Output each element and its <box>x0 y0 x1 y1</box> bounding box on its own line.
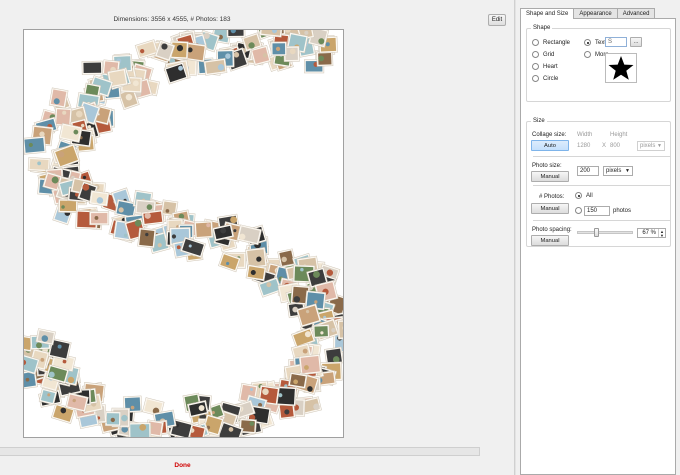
collage-canvas[interactable] <box>23 29 344 438</box>
radio-circle-label: Circle <box>543 75 559 82</box>
photo-size-manual-button[interactable]: Manual <box>531 171 569 182</box>
radio-heart-circle-icon <box>532 63 539 70</box>
radio-rectangle-label: Rectangle <box>543 39 571 46</box>
width-label: Width <box>577 132 593 138</box>
spin-down-icon[interactable]: ▼ <box>658 233 665 238</box>
photos-count-label: # Photos: <box>539 194 565 200</box>
shape-group-title: Shape <box>531 25 553 31</box>
photo-size-input[interactable]: 200 <box>577 166 599 176</box>
tab-content: Shape Rectangle Grid Heart Circle Text S… <box>520 18 676 475</box>
collage-preview <box>24 30 343 437</box>
radio-heart[interactable]: Heart <box>532 63 558 70</box>
radio-grid[interactable]: Grid <box>532 51 554 58</box>
radio-rectangle[interactable]: Rectangle <box>532 39 570 46</box>
tab-appearance[interactable]: Appearance <box>573 8 618 18</box>
radio-text[interactable]: Text <box>584 39 606 46</box>
collage-unit-value: pixels <box>640 143 656 149</box>
photo-spacing-slider[interactable] <box>577 231 633 234</box>
radio-grid-circle-icon <box>532 51 539 58</box>
photo-spacing-spinbox[interactable]: 67 % ▲ ▼ <box>637 228 666 238</box>
radio-all-photos[interactable]: All <box>575 192 593 199</box>
star-icon <box>608 56 634 80</box>
size-separator-2 <box>533 185 671 186</box>
photos-suffix-label: photos <box>613 208 632 214</box>
radio-all-label: All <box>586 192 593 199</box>
edit-button[interactable]: Edit <box>488 14 506 26</box>
width-value[interactable]: 1280 <box>577 143 590 149</box>
photos-manual-button[interactable]: Manual <box>531 203 569 214</box>
radio-grid-label: Grid <box>543 51 555 58</box>
radio-circle[interactable]: Circle <box>532 75 558 82</box>
photo-size-label: Photo size: <box>532 163 562 169</box>
photo-spacing-slider-thumb[interactable] <box>594 228 600 237</box>
photo-spacing-manual-button[interactable]: Manual <box>531 235 569 246</box>
radio-all-circle-icon <box>575 192 582 199</box>
tab-shape-and-size[interactable]: Shape and Size <box>520 8 575 19</box>
height-value[interactable]: 800 <box>610 143 620 149</box>
x-separator: X <box>602 143 607 149</box>
chevron-down-icon: ▼ <box>657 143 662 149</box>
radio-text-circle-icon <box>584 39 591 46</box>
photo-spacing-label: Photo spacing: <box>532 227 572 233</box>
shape-group: Shape Rectangle Grid Heart Circle Text S… <box>526 25 671 102</box>
shape-text-input[interactable]: S <box>605 37 627 47</box>
size-group-title: Size <box>531 118 547 124</box>
photo-spacing-value: 67 % <box>642 230 656 236</box>
radio-circle-circle-icon <box>532 75 539 82</box>
height-label: Height <box>610 132 628 138</box>
size-separator-3 <box>533 220 671 221</box>
collage-size-auto-button[interactable]: Auto <box>531 140 569 151</box>
panel-splitter[interactable] <box>514 0 516 475</box>
radio-more-circle-icon <box>584 51 591 58</box>
radio-heart-label: Heart <box>543 63 558 70</box>
photo-size-unit-value: pixels <box>606 168 622 174</box>
size-separator-1 <box>533 156 671 157</box>
radio-count-circle-icon <box>575 207 582 214</box>
chevron-down-icon: ▼ <box>625 168 630 174</box>
shape-preview <box>605 53 637 83</box>
settings-panel: Shape and Size Appearance Advanced Shape… <box>520 8 680 475</box>
dimensions-label: Dimensions: 3556 x 4555, # Photos: 183 <box>113 16 231 23</box>
status-text: Done <box>174 462 191 469</box>
tab-bar: Shape and Size Appearance Advanced <box>520 8 656 19</box>
progress-bar <box>0 447 480 456</box>
radio-rectangle-circle-icon <box>532 39 539 46</box>
photo-count-input[interactable]: 150 <box>584 206 610 216</box>
collage-unit-select[interactable]: pixels ▼ <box>637 141 665 151</box>
photo-size-unit-select[interactable]: pixels ▼ <box>603 166 633 176</box>
tab-advanced[interactable]: Advanced <box>616 8 656 18</box>
font-browse-button[interactable]: ... <box>630 37 642 47</box>
size-group: Size Collage size: Auto Width Height 128… <box>526 118 671 247</box>
collage-size-label: Collage size: <box>532 132 567 138</box>
